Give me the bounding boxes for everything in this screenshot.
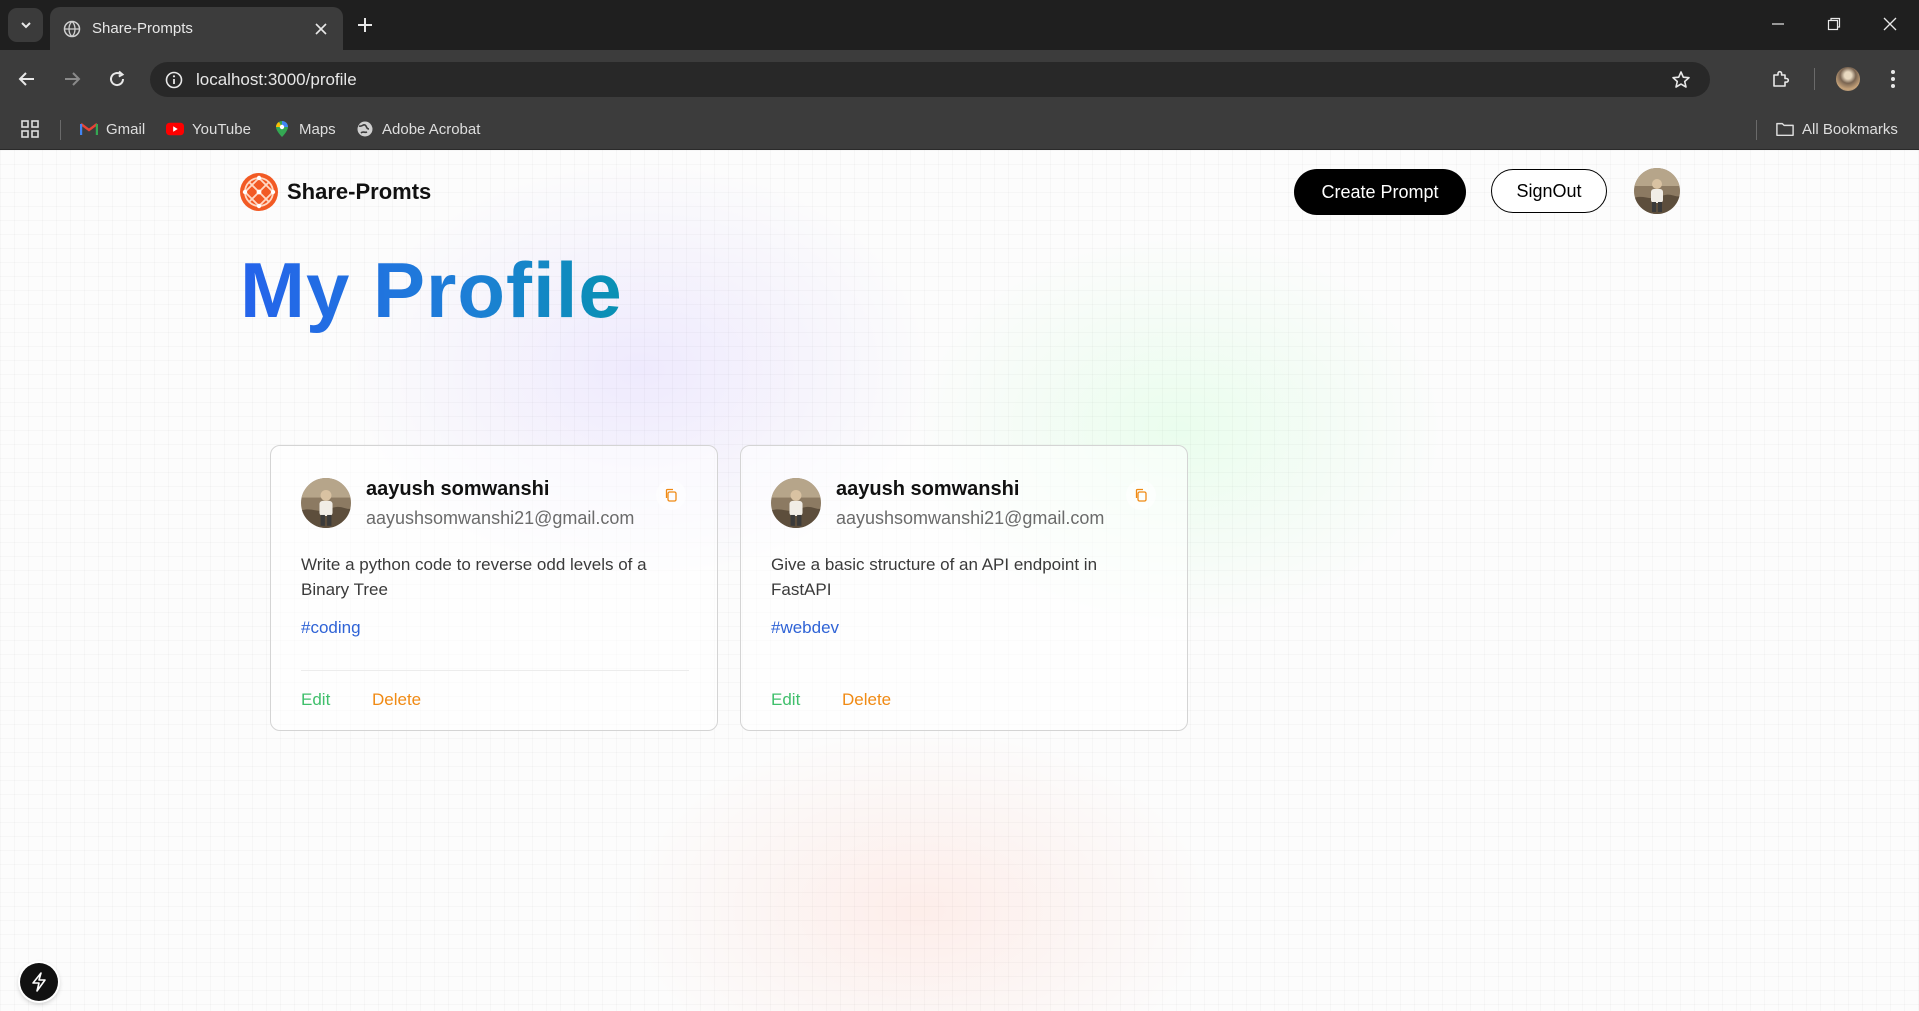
- close-icon[interactable]: [309, 17, 333, 41]
- page-title: My Profile: [240, 246, 623, 334]
- dev-tools-badge[interactable]: [20, 963, 58, 1001]
- bookmarks-separator: [60, 120, 61, 140]
- more-vertical-icon: [1891, 70, 1895, 88]
- apps-grid-icon: [21, 120, 39, 138]
- bookmarks-bar: Gmail YouTube Maps Adobe Acrobat All Boo…: [0, 108, 1919, 150]
- card-email: aayushsomwanshi21@gmail.com: [836, 508, 1105, 528]
- bookmark-label: Adobe Acrobat: [382, 120, 481, 138]
- gmail-icon: [80, 120, 98, 138]
- new-tab-button[interactable]: [352, 12, 378, 38]
- copy-icon: [1135, 488, 1147, 502]
- prompt-card: aayush somwanshi aayushsomwanshi21@gmail…: [270, 445, 718, 731]
- bookmark-gmail[interactable]: Gmail: [80, 117, 145, 141]
- avatar: [1836, 67, 1860, 91]
- plus-icon: [358, 18, 372, 32]
- minimize-icon: [1772, 23, 1784, 25]
- tab-title: Share-Prompts: [92, 20, 193, 37]
- arrow-left-icon: [18, 72, 34, 86]
- card-email: aayushsomwanshi21@gmail.com: [366, 508, 635, 528]
- profile-avatar[interactable]: [1634, 168, 1680, 214]
- back-button[interactable]: [12, 64, 42, 94]
- bookmark-adobe-acrobat[interactable]: Adobe Acrobat: [356, 117, 480, 141]
- browser-tab[interactable]: Share-Prompts: [50, 7, 343, 50]
- prompt-card: aayush somwanshi aayushsomwanshi21@gmail…: [740, 445, 1188, 731]
- bookmark-star-icon[interactable]: [1666, 65, 1696, 95]
- restore-button[interactable]: [1806, 0, 1862, 48]
- forward-button[interactable]: [57, 64, 87, 94]
- bookmark-label: Maps: [299, 120, 336, 138]
- create-prompt-button[interactable]: Create Prompt: [1294, 169, 1466, 215]
- signout-button[interactable]: SignOut: [1491, 169, 1607, 213]
- tab-search-button[interactable]: [8, 8, 43, 42]
- delete-button[interactable]: Delete: [842, 690, 891, 710]
- site-info-icon[interactable]: [162, 68, 186, 92]
- avatar[interactable]: [301, 478, 351, 528]
- extensions-button[interactable]: [1766, 64, 1796, 94]
- card-tag[interactable]: #coding: [301, 618, 361, 638]
- logo-icon: [240, 173, 278, 211]
- copy-button[interactable]: [656, 480, 686, 510]
- bookmark-maps[interactable]: Maps: [273, 117, 336, 141]
- all-bookmarks-button[interactable]: All Bookmarks: [1776, 117, 1898, 141]
- window-close-button[interactable]: [1862, 0, 1918, 48]
- maps-icon: [273, 120, 291, 138]
- apps-button[interactable]: [20, 117, 40, 141]
- card-username[interactable]: aayush somwanshi: [366, 478, 549, 501]
- close-icon: [1883, 17, 1897, 31]
- copy-button[interactable]: [1126, 480, 1156, 510]
- edit-button[interactable]: Edit: [301, 690, 330, 710]
- page-viewport: Share-Promts Create Prompt SignOut My Pr…: [0, 150, 1919, 1011]
- avatar-photo: [1634, 168, 1680, 214]
- chevron-down-icon: [20, 22, 31, 29]
- card-username[interactable]: aayush somwanshi: [836, 478, 1019, 501]
- bookmark-label: All Bookmarks: [1802, 120, 1898, 138]
- edit-button[interactable]: Edit: [771, 690, 800, 710]
- reload-button[interactable]: [102, 64, 132, 94]
- copy-icon: [665, 488, 677, 502]
- bookmark-youtube[interactable]: YouTube: [166, 117, 251, 141]
- browser-tabstrip: Share-Prompts: [0, 0, 1919, 50]
- delete-button[interactable]: Delete: [372, 690, 421, 710]
- toolbar-separator: [1814, 68, 1815, 90]
- card-tag[interactable]: #webdev: [771, 618, 839, 638]
- card-prompt-text: Write a python code to reverse odd level…: [301, 555, 647, 599]
- minimize-button[interactable]: [1750, 0, 1806, 48]
- globe-icon: [356, 120, 374, 138]
- logo-text: Share-Promts: [287, 179, 432, 204]
- folder-icon: [1776, 120, 1794, 138]
- arrow-right-icon: [65, 72, 81, 86]
- url-text[interactable]: localhost:3000/profile: [196, 70, 1666, 90]
- card-prompt-text: Give a basic structure of an API endpoin…: [771, 555, 1098, 599]
- bookmark-label: YouTube: [192, 120, 251, 138]
- card-divider: [301, 670, 689, 671]
- youtube-icon: [166, 120, 184, 138]
- browser-toolbar: localhost:3000/profile: [0, 50, 1919, 108]
- puzzle-icon: [1773, 70, 1790, 87]
- lightning-icon: [32, 972, 46, 992]
- globe-icon: [62, 19, 82, 39]
- browser-menu-button[interactable]: [1878, 64, 1908, 94]
- address-bar[interactable]: localhost:3000/profile: [150, 62, 1710, 97]
- bookmark-label: Gmail: [106, 120, 146, 138]
- reload-icon: [110, 70, 125, 87]
- site-logo[interactable]: Share-Promts: [239, 172, 431, 212]
- bookmarks-separator: [1756, 120, 1757, 140]
- avatar[interactable]: [771, 478, 821, 528]
- restore-icon: [1827, 17, 1841, 31]
- profile-avatar-button[interactable]: [1833, 64, 1863, 94]
